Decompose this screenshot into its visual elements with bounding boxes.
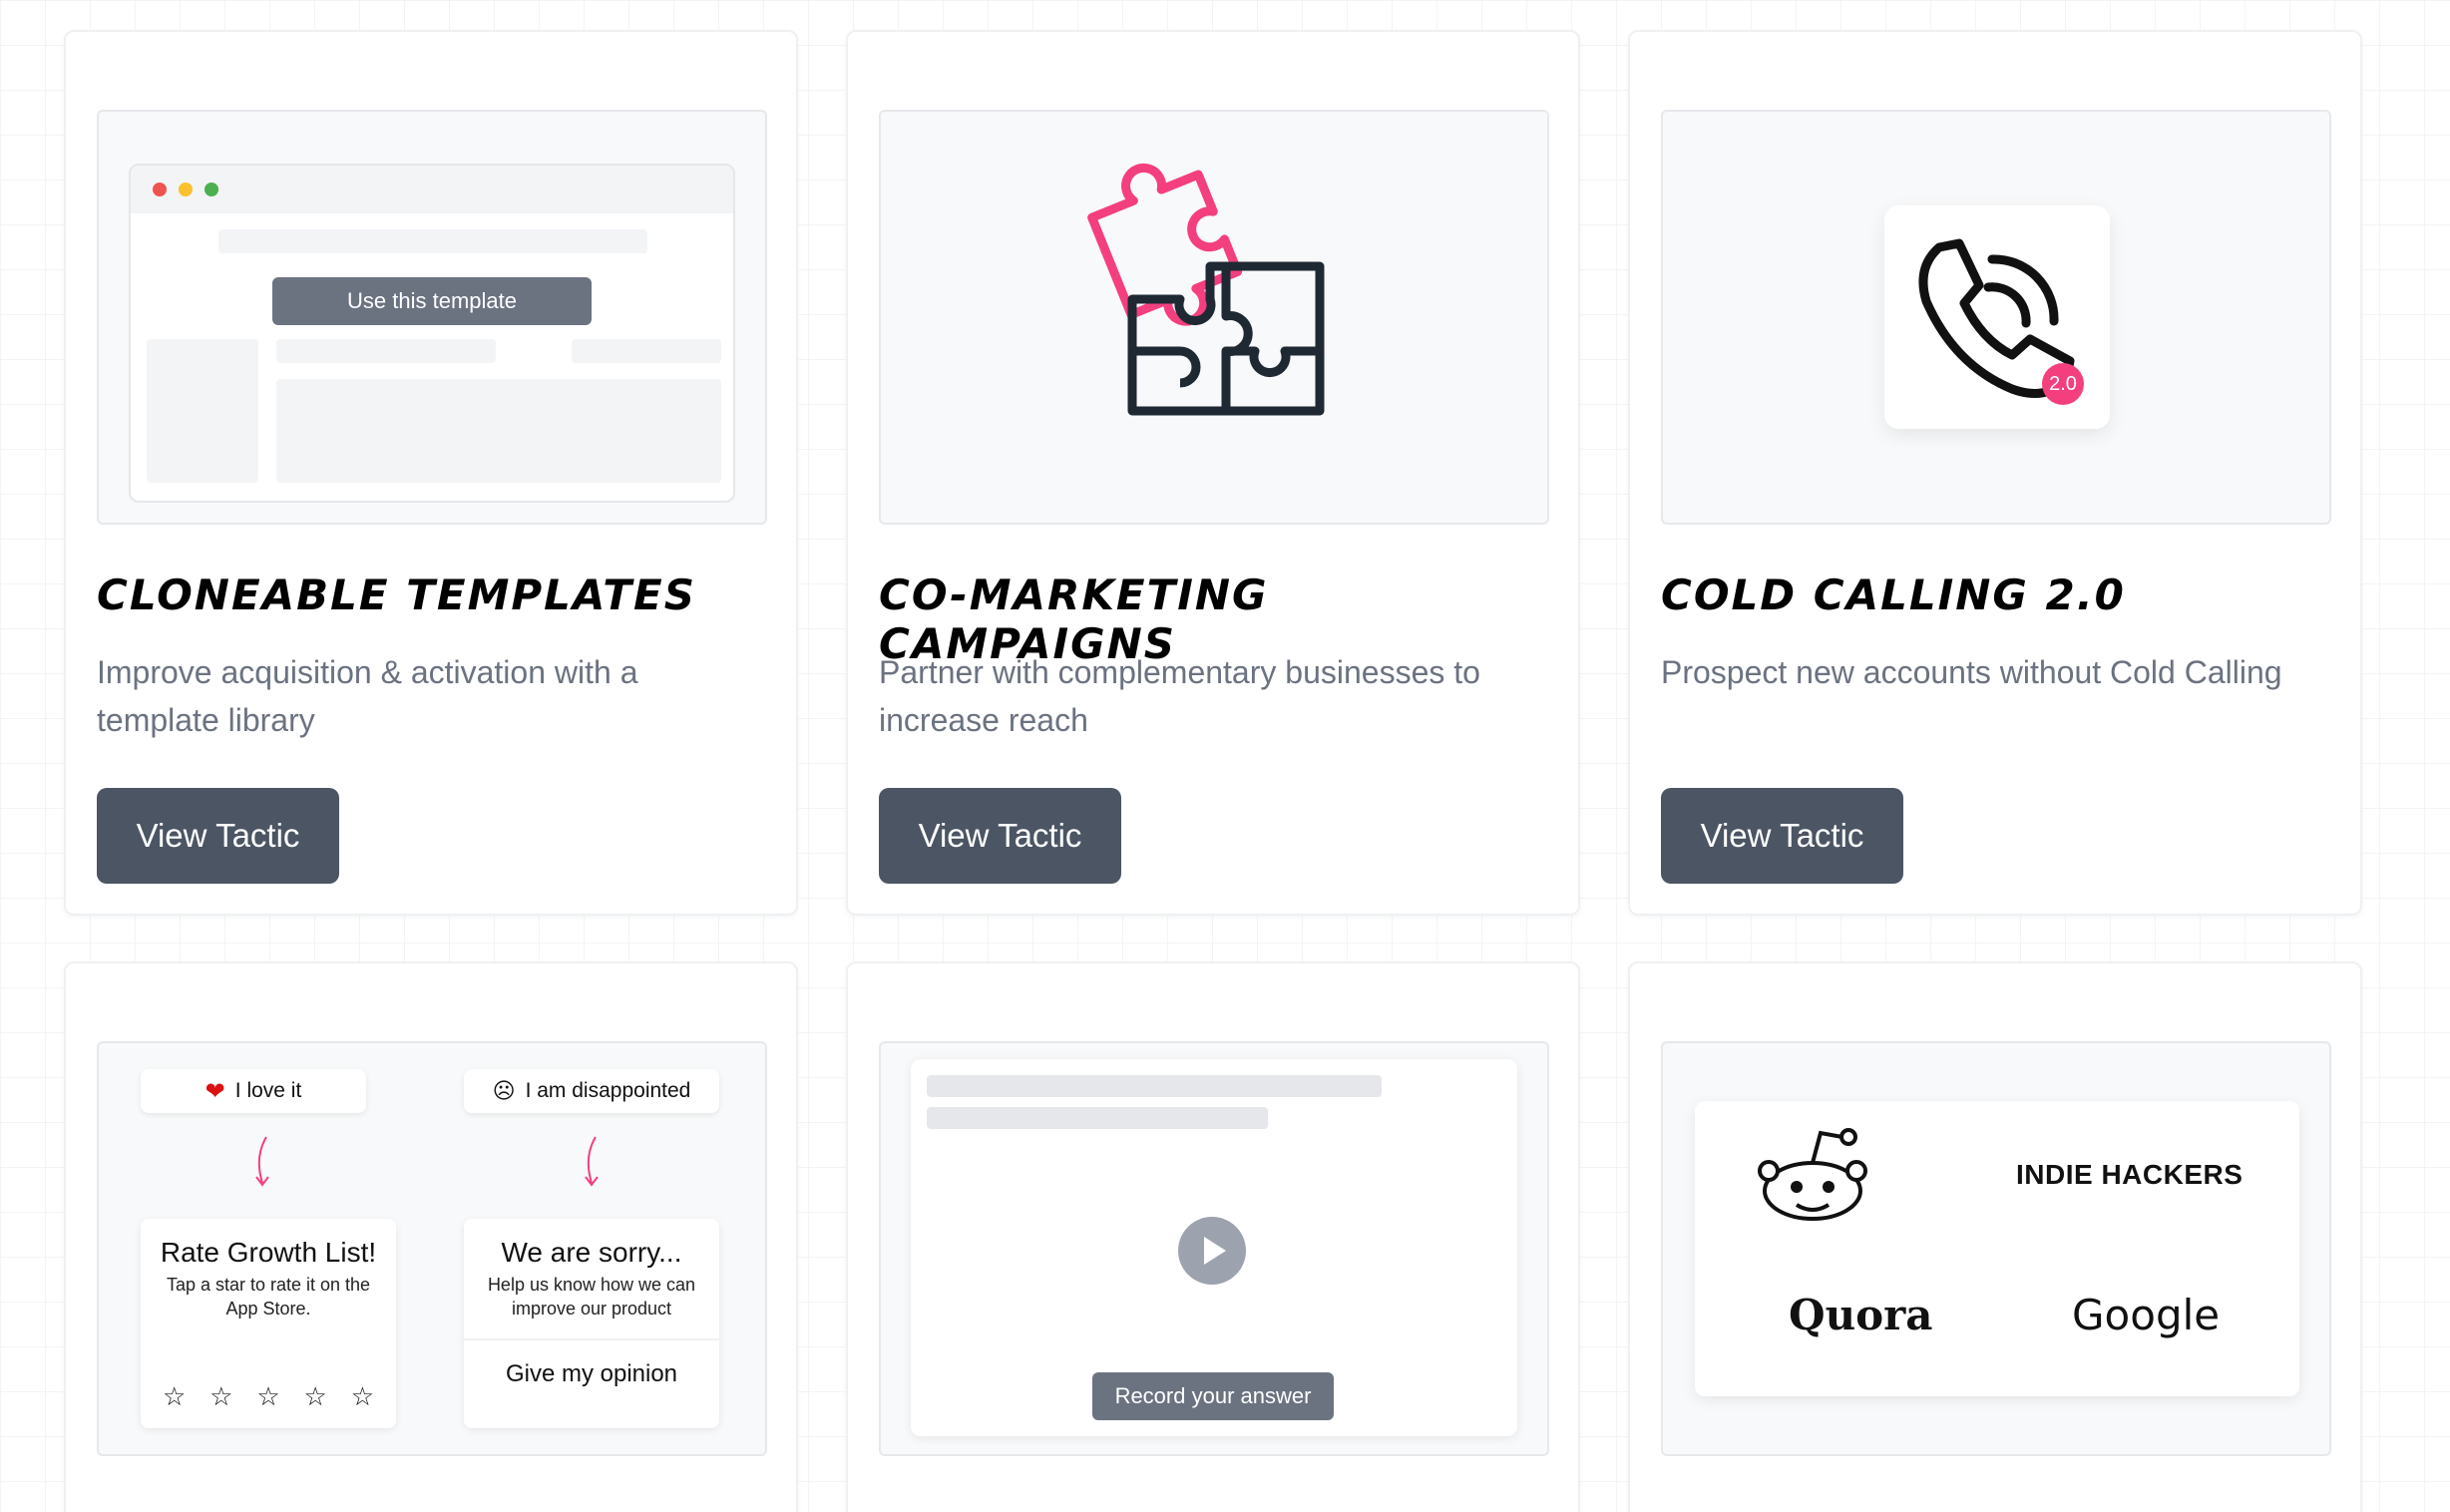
version-badge: 2.0	[2042, 363, 2084, 405]
sorry-title: We are sorry...	[501, 1237, 682, 1268]
record-preview: Record your answer	[879, 1041, 1549, 1456]
puzzle-preview	[879, 110, 1549, 525]
minimize-dot	[179, 183, 193, 196]
love-it-label: I love it	[234, 1079, 302, 1102]
sad-face-icon: ☹	[492, 1078, 516, 1103]
card-description: Partner with complementary businesses to…	[879, 654, 1480, 738]
tactic-card-co-marketing: Co-Marketing Campaigns Partner with comp…	[846, 30, 1580, 916]
reddit-icon	[1758, 1128, 1867, 1221]
phone-preview: 2.0	[1661, 110, 2331, 525]
skeleton-line	[218, 229, 647, 253]
record-answer-button[interactable]: Record your answer	[1092, 1372, 1334, 1420]
disappointed-label: I am disappointed	[525, 1079, 691, 1102]
heart-icon: ❤	[204, 1077, 225, 1105]
browser-window-mock: Use this template	[129, 164, 735, 503]
sorry-card: We are sorry... Help us know how we can …	[464, 1219, 719, 1428]
play-icon	[1204, 1237, 1226, 1265]
skeleton-line	[927, 1107, 1268, 1129]
skeleton-sidebar	[147, 339, 258, 483]
puzzle-icon	[1087, 163, 1325, 416]
star-icon[interactable]: ☆	[304, 1381, 327, 1412]
rate-app-subtitle: Tap a star to rate it on the App Store.	[166, 1275, 371, 1319]
video-window-mock: Record your answer	[911, 1059, 1517, 1436]
skeleton-line	[927, 1075, 1382, 1097]
arrow-down-icon	[585, 1136, 599, 1187]
tactic-card-communities: INDIE HACKERS Quora Google	[1628, 961, 2362, 1512]
skeleton-line	[276, 339, 496, 363]
card-title: Cloneable Templates	[97, 570, 696, 619]
maximize-dot	[204, 183, 218, 196]
view-tactic-button[interactable]: View Tactic	[97, 788, 339, 884]
rating-preview: ❤ I love it ☹ I am disappointed Rate Gro…	[97, 1041, 767, 1456]
star-icon[interactable]: ☆	[163, 1381, 186, 1412]
star-icon[interactable]: ☆	[256, 1381, 279, 1412]
view-tactic-button[interactable]: View Tactic	[879, 788, 1121, 884]
rate-app-card: Rate Growth List! Tap a star to rate it …	[141, 1219, 396, 1428]
use-template-button[interactable]: Use this template	[272, 277, 592, 325]
card-title: Cold Calling 2.0	[1661, 570, 2126, 619]
skeleton-content	[276, 379, 721, 483]
star-icon[interactable]: ☆	[209, 1381, 232, 1412]
template-preview: Use this template	[97, 110, 767, 525]
rate-app-title: Rate Growth List!	[160, 1237, 377, 1268]
tactic-card-video-feedback: Record your answer	[846, 961, 1580, 1512]
skeleton-line	[572, 339, 721, 363]
disappointed-pill[interactable]: ☹ I am disappointed	[464, 1069, 719, 1113]
tactic-card-cold-calling: 2.0 Cold Calling 2.0 Prospect new accoun…	[1628, 30, 2362, 916]
card-description: Prospect new accounts without Cold Calli…	[1661, 654, 2282, 690]
star-rating[interactable]: ☆ ☆ ☆ ☆ ☆	[141, 1381, 396, 1412]
sorry-subtitle: Help us know how we can improve our prod…	[487, 1275, 696, 1319]
card-description: Improve acquisition & activation with a …	[97, 654, 638, 738]
star-icon[interactable]: ☆	[351, 1381, 374, 1412]
give-opinion-button[interactable]: Give my opinion	[464, 1338, 719, 1388]
communities-preview: INDIE HACKERS Quora Google	[1661, 1041, 2331, 1456]
tactic-card-app-rating: ❤ I love it ☹ I am disappointed Rate Gro…	[64, 961, 798, 1512]
google-logo: Google	[2072, 1291, 2221, 1339]
community-logos: INDIE HACKERS Quora Google	[1695, 1101, 2299, 1396]
love-it-pill[interactable]: ❤ I love it	[141, 1069, 366, 1113]
window-titlebar	[131, 166, 733, 213]
phone-tile: 2.0	[1884, 205, 2110, 429]
tactic-card-cloneable-templates: Use this template Cloneable Templates Im…	[64, 30, 798, 916]
play-button[interactable]	[1178, 1217, 1246, 1285]
arrow-down-icon	[255, 1136, 269, 1187]
view-tactic-button[interactable]: View Tactic	[1661, 788, 1903, 884]
indie-hackers-logo: INDIE HACKERS	[2016, 1159, 2244, 1190]
quora-logo: Quora	[1789, 1291, 1933, 1339]
close-dot	[153, 183, 167, 196]
